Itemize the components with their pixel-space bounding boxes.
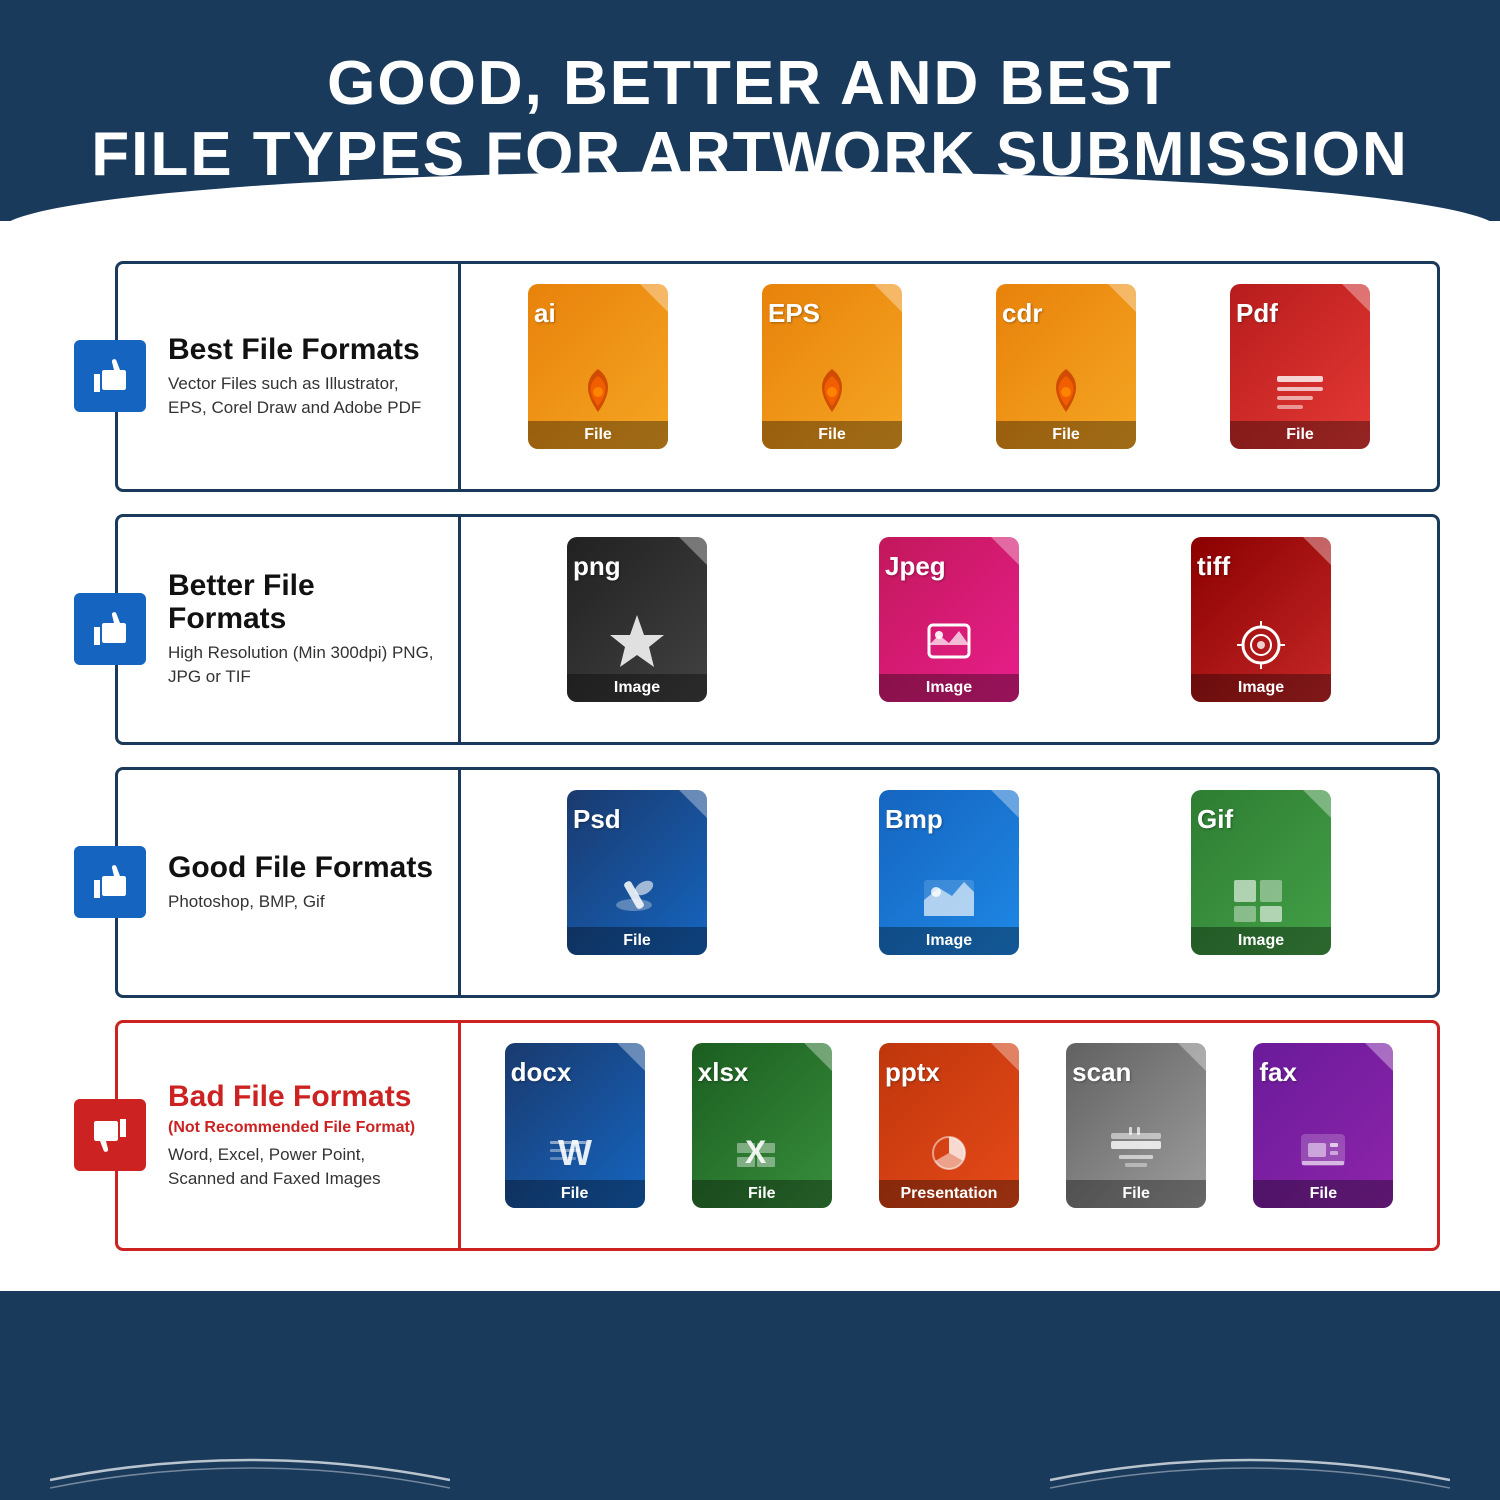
better-row: Better File Formats High Resolution (Min…	[115, 514, 1440, 745]
best-row: Best File Formats Vector Files such as I…	[115, 261, 1440, 492]
file-pptx-body: pptx Presentation	[879, 1043, 1019, 1208]
better-desc: High Resolution (Min 300dpi) PNG, JPG or…	[168, 641, 434, 689]
bottom-area	[0, 1420, 1500, 1500]
file-bmp: Bmp Image	[869, 790, 1029, 975]
better-files: png Image Jpeg	[458, 517, 1437, 742]
good-row: Good File Formats Photoshop, BMP, Gif Ps…	[115, 767, 1440, 998]
file-xlsx-body: xlsx X File	[692, 1043, 832, 1208]
good-info: Good File Formats Photoshop, BMP, Gif	[118, 831, 458, 934]
file-docx: docx W File	[495, 1043, 655, 1228]
bottom-wave	[0, 1370, 1500, 1430]
best-desc: Vector Files such as Illustrator, EPS, C…	[168, 372, 434, 420]
file-pdf-body: Pdf File	[1230, 284, 1370, 449]
bottom-deco-left	[50, 1450, 450, 1490]
file-tiff-body: tiff	[1191, 537, 1331, 702]
bottom-deco-right	[1050, 1450, 1450, 1490]
header-line1: GOOD, BETTER AND BEST	[327, 49, 1173, 118]
file-fax: fax File	[1243, 1043, 1403, 1228]
bad-row: Bad File Formats (Not Recommended File F…	[115, 1020, 1440, 1251]
file-eps: EPS File	[752, 284, 912, 469]
file-jpeg: Jpeg Image	[869, 537, 1029, 722]
file-bmp-body: Bmp Image	[879, 790, 1019, 955]
file-gif: Gif Image	[1181, 790, 1341, 975]
bad-desc: Word, Excel, Power Point, Scanned and Fa…	[168, 1143, 434, 1191]
file-scan-body: scan Fil	[1066, 1043, 1206, 1208]
file-jpeg-body: Jpeg Image	[879, 537, 1019, 702]
file-ai: ai File	[518, 284, 678, 469]
good-thumb-icon	[74, 846, 146, 918]
file-fax-body: fax File	[1253, 1043, 1393, 1208]
bad-info: Bad File Formats (Not Recommended File F…	[118, 1060, 458, 1211]
bad-subtitle: (Not Recommended File Format)	[168, 1119, 434, 1137]
file-docx-body: docx W File	[505, 1043, 645, 1208]
file-ai-body: ai File	[528, 284, 668, 449]
bad-thumb-icon	[74, 1099, 146, 1171]
best-title: Best File Formats	[168, 333, 434, 366]
file-cdr: cdr File	[986, 284, 1146, 469]
file-pptx: pptx Presentation	[869, 1043, 1029, 1228]
file-psd-body: Psd File	[567, 790, 707, 955]
good-files: Psd File	[458, 770, 1437, 995]
file-eps-body: EPS File	[762, 284, 902, 449]
file-xlsx: xlsx X File	[682, 1043, 842, 1228]
file-cdr-body: cdr File	[996, 284, 1136, 449]
better-info: Better File Formats High Resolution (Min…	[118, 549, 458, 709]
best-files: ai File	[458, 264, 1437, 489]
main-container: GOOD, BETTER AND BEST FILE TYPES FOR ART…	[0, 0, 1500, 1500]
file-tiff: tiff	[1181, 537, 1341, 722]
content-area: Best File Formats Vector Files such as I…	[0, 221, 1500, 1291]
best-info: Best File Formats Vector Files such as I…	[118, 313, 458, 440]
best-thumb-icon	[74, 340, 146, 412]
good-desc: Photoshop, BMP, Gif	[168, 890, 434, 914]
better-title: Better File Formats	[168, 569, 434, 635]
file-gif-body: Gif Image	[1191, 790, 1331, 955]
file-pdf: Pdf File	[1220, 284, 1380, 469]
file-png-body: png Image	[567, 537, 707, 702]
bad-files: docx W File	[458, 1023, 1437, 1248]
file-psd: Psd File	[557, 790, 717, 975]
file-scan: scan Fil	[1056, 1043, 1216, 1228]
bad-title: Bad File Formats	[168, 1080, 434, 1113]
file-png: png Image	[557, 537, 717, 722]
svg-text:W: W	[558, 1132, 592, 1173]
better-thumb-icon	[74, 593, 146, 665]
good-title: Good File Formats	[168, 851, 434, 884]
